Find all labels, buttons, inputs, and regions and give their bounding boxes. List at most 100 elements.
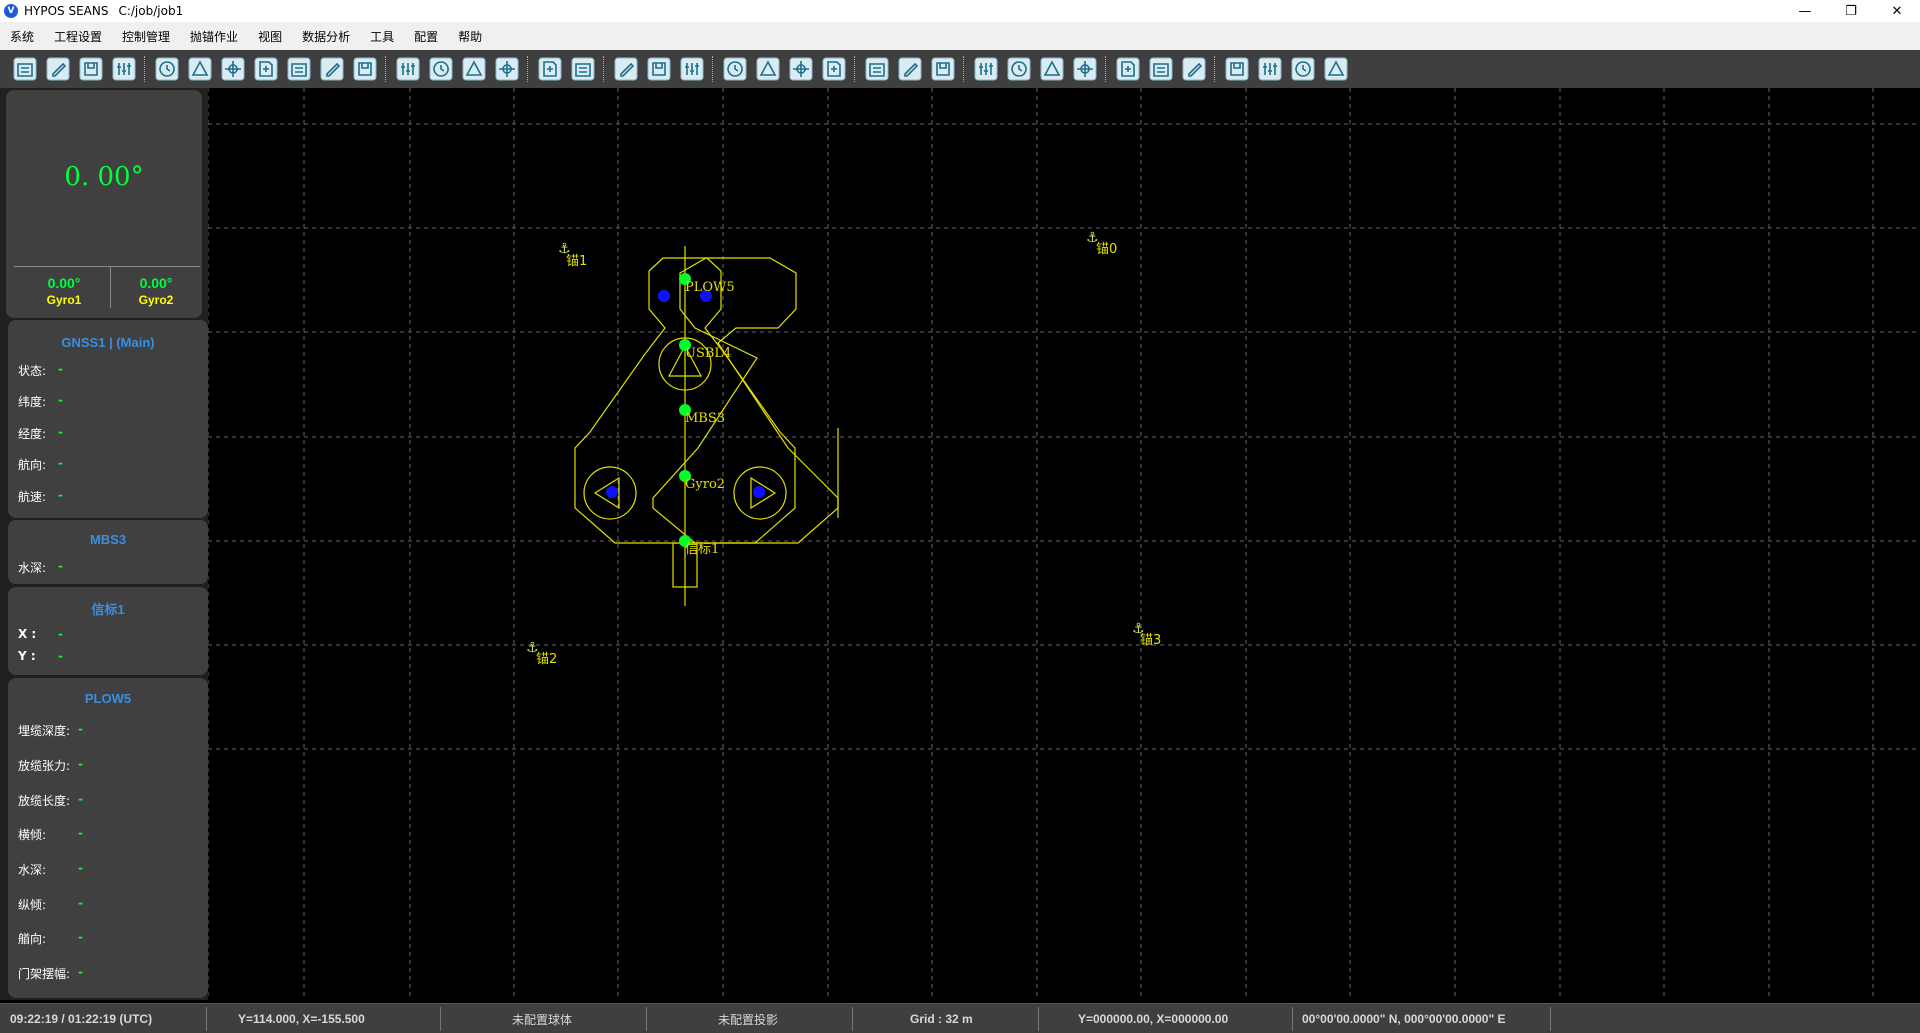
arc-button[interactable] bbox=[611, 55, 640, 84]
user-settings-button[interactable] bbox=[185, 55, 214, 84]
play-button[interactable] bbox=[393, 55, 422, 84]
plow-heading-label: 艏向: bbox=[18, 932, 47, 946]
menu-project-settings[interactable]: 工程设置 bbox=[44, 22, 112, 50]
record-button[interactable] bbox=[895, 55, 924, 84]
report-button[interactable] bbox=[350, 55, 379, 84]
equalizer-button[interactable] bbox=[1113, 55, 1142, 84]
pen-icon bbox=[1291, 57, 1314, 81]
report-icon bbox=[353, 57, 376, 81]
satellite-icon bbox=[1040, 57, 1063, 81]
target-icon bbox=[254, 57, 277, 81]
plow-roll-label: 横倾: bbox=[18, 828, 47, 842]
divider bbox=[1292, 1007, 1293, 1031]
zoom-fit-button[interactable] bbox=[786, 55, 815, 84]
diver-icon bbox=[974, 57, 997, 81]
new-project-button[interactable] bbox=[10, 55, 39, 84]
anchor-0-label: 锚0 bbox=[1096, 242, 1117, 257]
satellite-button[interactable] bbox=[1037, 55, 1066, 84]
heading-card: 0. 00° 0.00° Gyro1 0.00° Gyro2 bbox=[6, 90, 202, 318]
anchor-2[interactable]: ⚓ 锚2 bbox=[526, 640, 557, 667]
layers-button[interactable] bbox=[1146, 55, 1175, 84]
menu-config[interactable]: 配置 bbox=[404, 22, 448, 50]
status-projection: 未配置投影 bbox=[718, 1012, 779, 1027]
gnss-title: GNSS1 | (Main) bbox=[61, 335, 155, 350]
minimize-button[interactable]: — bbox=[1782, 0, 1828, 22]
zoom-shrink-icon bbox=[756, 57, 779, 81]
anchor-3-label: 锚3 bbox=[1140, 633, 1161, 648]
menu-system[interactable]: 系统 bbox=[0, 22, 44, 50]
lighthouse-button[interactable] bbox=[568, 55, 597, 84]
vessel-button[interactable] bbox=[284, 55, 313, 84]
history-button[interactable] bbox=[426, 55, 455, 84]
mbs-card: MBS3 水深: - bbox=[8, 520, 208, 584]
signal-icon bbox=[1073, 57, 1096, 81]
compass-button[interactable] bbox=[218, 55, 247, 84]
zoom-shrink-button[interactable] bbox=[753, 55, 782, 84]
usbl4-label: USBL4 bbox=[685, 346, 731, 361]
menu-view[interactable]: 视图 bbox=[248, 22, 292, 50]
gnss-speed-value: - bbox=[58, 488, 63, 502]
link-button[interactable] bbox=[1179, 55, 1208, 84]
status-time: 09:22:19 / 01:22:19 (UTC) bbox=[10, 1012, 153, 1026]
gnss-status-value: - bbox=[58, 362, 63, 376]
menu-help[interactable]: 帮助 bbox=[448, 22, 492, 50]
map-button[interactable] bbox=[862, 55, 891, 84]
settings-sliders-icon bbox=[155, 57, 178, 81]
anchor-button[interactable] bbox=[677, 55, 706, 84]
beacon-x-value: - bbox=[58, 627, 63, 641]
status-lat-lon: 00°00'00.0000" N, 000°00'00.0000" E bbox=[1302, 1012, 1506, 1026]
location-pin-icon bbox=[647, 57, 670, 81]
close-button[interactable]: ✕ bbox=[1874, 0, 1920, 22]
signal-button[interactable] bbox=[1070, 55, 1099, 84]
zoom-fit-icon bbox=[789, 57, 812, 81]
status-bar: 09:22:19 / 01:22:19 (UTC) Y=114.000, X=-… bbox=[0, 1003, 1920, 1033]
compass-icon bbox=[221, 57, 244, 81]
maximize-button[interactable]: ❐ bbox=[1828, 0, 1874, 22]
anchor-0[interactable]: ⚓ 锚0 bbox=[1086, 230, 1117, 257]
app-window: V HYPOS SEANS C:/job/job1 — ❐ ✕ 系统 工程设置 … bbox=[0, 0, 1920, 1033]
toolbar-separator bbox=[144, 56, 146, 82]
settings-sliders-button[interactable] bbox=[152, 55, 181, 84]
flag-button[interactable] bbox=[928, 55, 957, 84]
divider bbox=[646, 1007, 647, 1031]
beacon-card: 信标1 X : - Y : - bbox=[8, 587, 208, 675]
gnss-status-label: 状态: bbox=[18, 364, 47, 378]
stop-button[interactable] bbox=[492, 55, 521, 84]
person-button[interactable] bbox=[459, 55, 488, 84]
map-grid bbox=[208, 88, 1920, 1000]
plow-roll-value: - bbox=[78, 826, 83, 840]
edit-file-button[interactable] bbox=[76, 55, 105, 84]
menu-control-management[interactable]: 控制管理 bbox=[112, 22, 180, 50]
chart-button[interactable] bbox=[317, 55, 346, 84]
beacon-x-label: X : bbox=[18, 627, 37, 641]
save-file-icon bbox=[112, 57, 135, 81]
menu-tools[interactable]: 工具 bbox=[360, 22, 404, 50]
route-button[interactable] bbox=[535, 55, 564, 84]
location-pin-button[interactable] bbox=[644, 55, 673, 84]
plow-burial-depth-value: - bbox=[78, 722, 83, 736]
gnss-latitude-label: 纬度: bbox=[18, 395, 47, 409]
target-button[interactable] bbox=[251, 55, 280, 84]
pen-button[interactable] bbox=[1288, 55, 1317, 84]
status-center-coordinates: Y=000000.00, X=000000.00 bbox=[1078, 1012, 1229, 1026]
map-canvas[interactable]: ⚓ 锚0 ⚓ 锚1 ⚓ 锚2 ⚓ 锚3 PLOW5 USBL4 MBS3 Gyro2 信… bbox=[208, 88, 1920, 1000]
history-icon bbox=[429, 57, 452, 81]
diver-button[interactable] bbox=[971, 55, 1000, 84]
map-edit-button[interactable] bbox=[1004, 55, 1033, 84]
ruler-button[interactable] bbox=[1222, 55, 1251, 84]
heading-value: 0. 00° bbox=[64, 162, 144, 192]
menu-data-analysis[interactable]: 数据分析 bbox=[292, 22, 360, 50]
menu-anchoring[interactable]: 抛锚作业 bbox=[180, 22, 248, 50]
map-svg[interactable]: ⚓ 锚0 ⚓ 锚1 ⚓ 锚2 ⚓ 锚3 PLOW5 USBL4 MBS3 Gyro2 信… bbox=[208, 88, 1920, 1000]
zoom-extend-button[interactable] bbox=[720, 55, 749, 84]
toolbar-separator bbox=[385, 56, 387, 82]
measure-button[interactable] bbox=[1255, 55, 1284, 84]
anchor-1[interactable]: ⚓ 锚1 bbox=[558, 241, 587, 269]
anchor-3[interactable]: ⚓ 锚3 bbox=[1132, 621, 1161, 648]
save-file-button[interactable] bbox=[109, 55, 138, 84]
map-pin-button[interactable] bbox=[819, 55, 848, 84]
vessel-outline[interactable] bbox=[652, 257, 839, 544]
erase-button[interactable] bbox=[1321, 55, 1350, 84]
open-file-button[interactable] bbox=[43, 55, 72, 84]
beacon-title: 信标1 bbox=[91, 602, 125, 617]
